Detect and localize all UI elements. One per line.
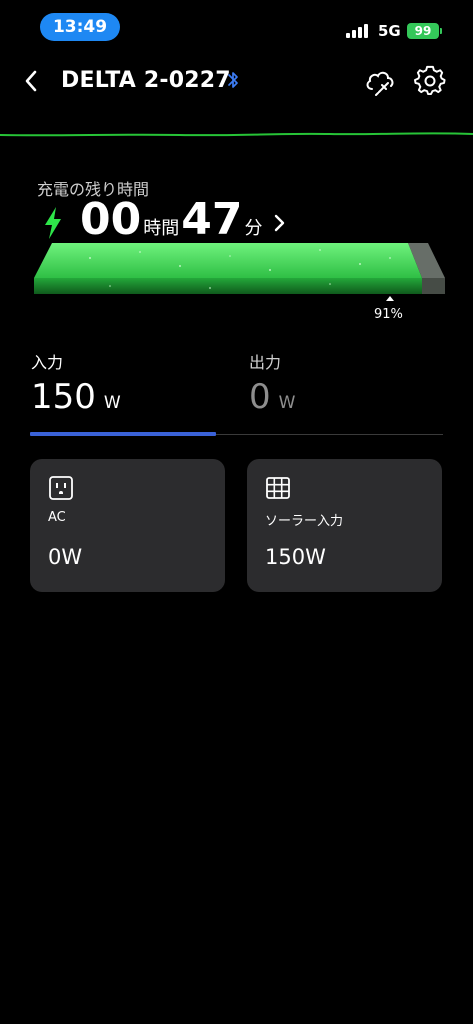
solar-input-label: ソーラー入力 <box>265 514 344 529</box>
cloud-plug-icon[interactable] <box>363 64 397 98</box>
gear-icon[interactable] <box>414 65 446 97</box>
network-type: 5G <box>378 22 401 40</box>
input-power[interactable]: 150 W <box>31 380 121 414</box>
battery-bar-fill-top <box>34 243 422 278</box>
cellular-signal-icon <box>346 24 370 38</box>
charging-bolt-icon <box>45 207 61 239</box>
input-power-value: 150 <box>31 377 96 417</box>
solar-input-card[interactable]: ソーラー入力 150W <box>247 459 442 592</box>
battery-icon: 99 <box>407 23 442 39</box>
ac-input-card[interactable]: AC 0W <box>30 459 225 592</box>
bluetooth-icon <box>228 72 238 88</box>
charge-hours-unit: 時間 <box>143 218 180 239</box>
tab-output[interactable]: 出力 <box>249 349 281 373</box>
output-power[interactable]: 0 W <box>249 380 295 414</box>
chevron-left-icon <box>25 70 37 92</box>
output-power-unit: W <box>278 393 296 413</box>
charge-hours: 00 <box>80 194 142 245</box>
battery-level-bar <box>34 243 445 294</box>
solar-input-value: 150W <box>265 545 326 569</box>
ac-outlet-icon <box>49 476 73 500</box>
battery-bar-fill-front <box>34 278 422 294</box>
charge-time[interactable]: 00 時間 47 分 <box>80 198 264 242</box>
charge-minutes-unit: 分 <box>244 218 263 239</box>
battery-bar-empty-front <box>422 278 445 294</box>
header: DELTA 2-0227 <box>0 56 473 108</box>
back-button[interactable] <box>16 66 46 96</box>
input-power-unit: W <box>103 393 121 413</box>
status-bar: 13:49 5G 99 <box>0 0 473 54</box>
solar-panel-icon <box>266 477 290 499</box>
header-divider <box>0 132 473 137</box>
output-power-value: 0 <box>249 377 271 417</box>
device-title: DELTA 2-0227 <box>61 68 231 93</box>
charge-minutes: 47 <box>181 194 243 245</box>
battery-level-marker <box>386 296 394 301</box>
tab-selected-indicator <box>30 432 216 436</box>
ac-input-label: AC <box>48 510 66 525</box>
ac-input-value: 0W <box>48 545 83 569</box>
battery-percent: 91% <box>374 307 403 322</box>
chevron-right-icon[interactable] <box>273 213 287 233</box>
tab-input[interactable]: 入力 <box>31 349 63 373</box>
status-time[interactable]: 13:49 <box>40 13 120 41</box>
